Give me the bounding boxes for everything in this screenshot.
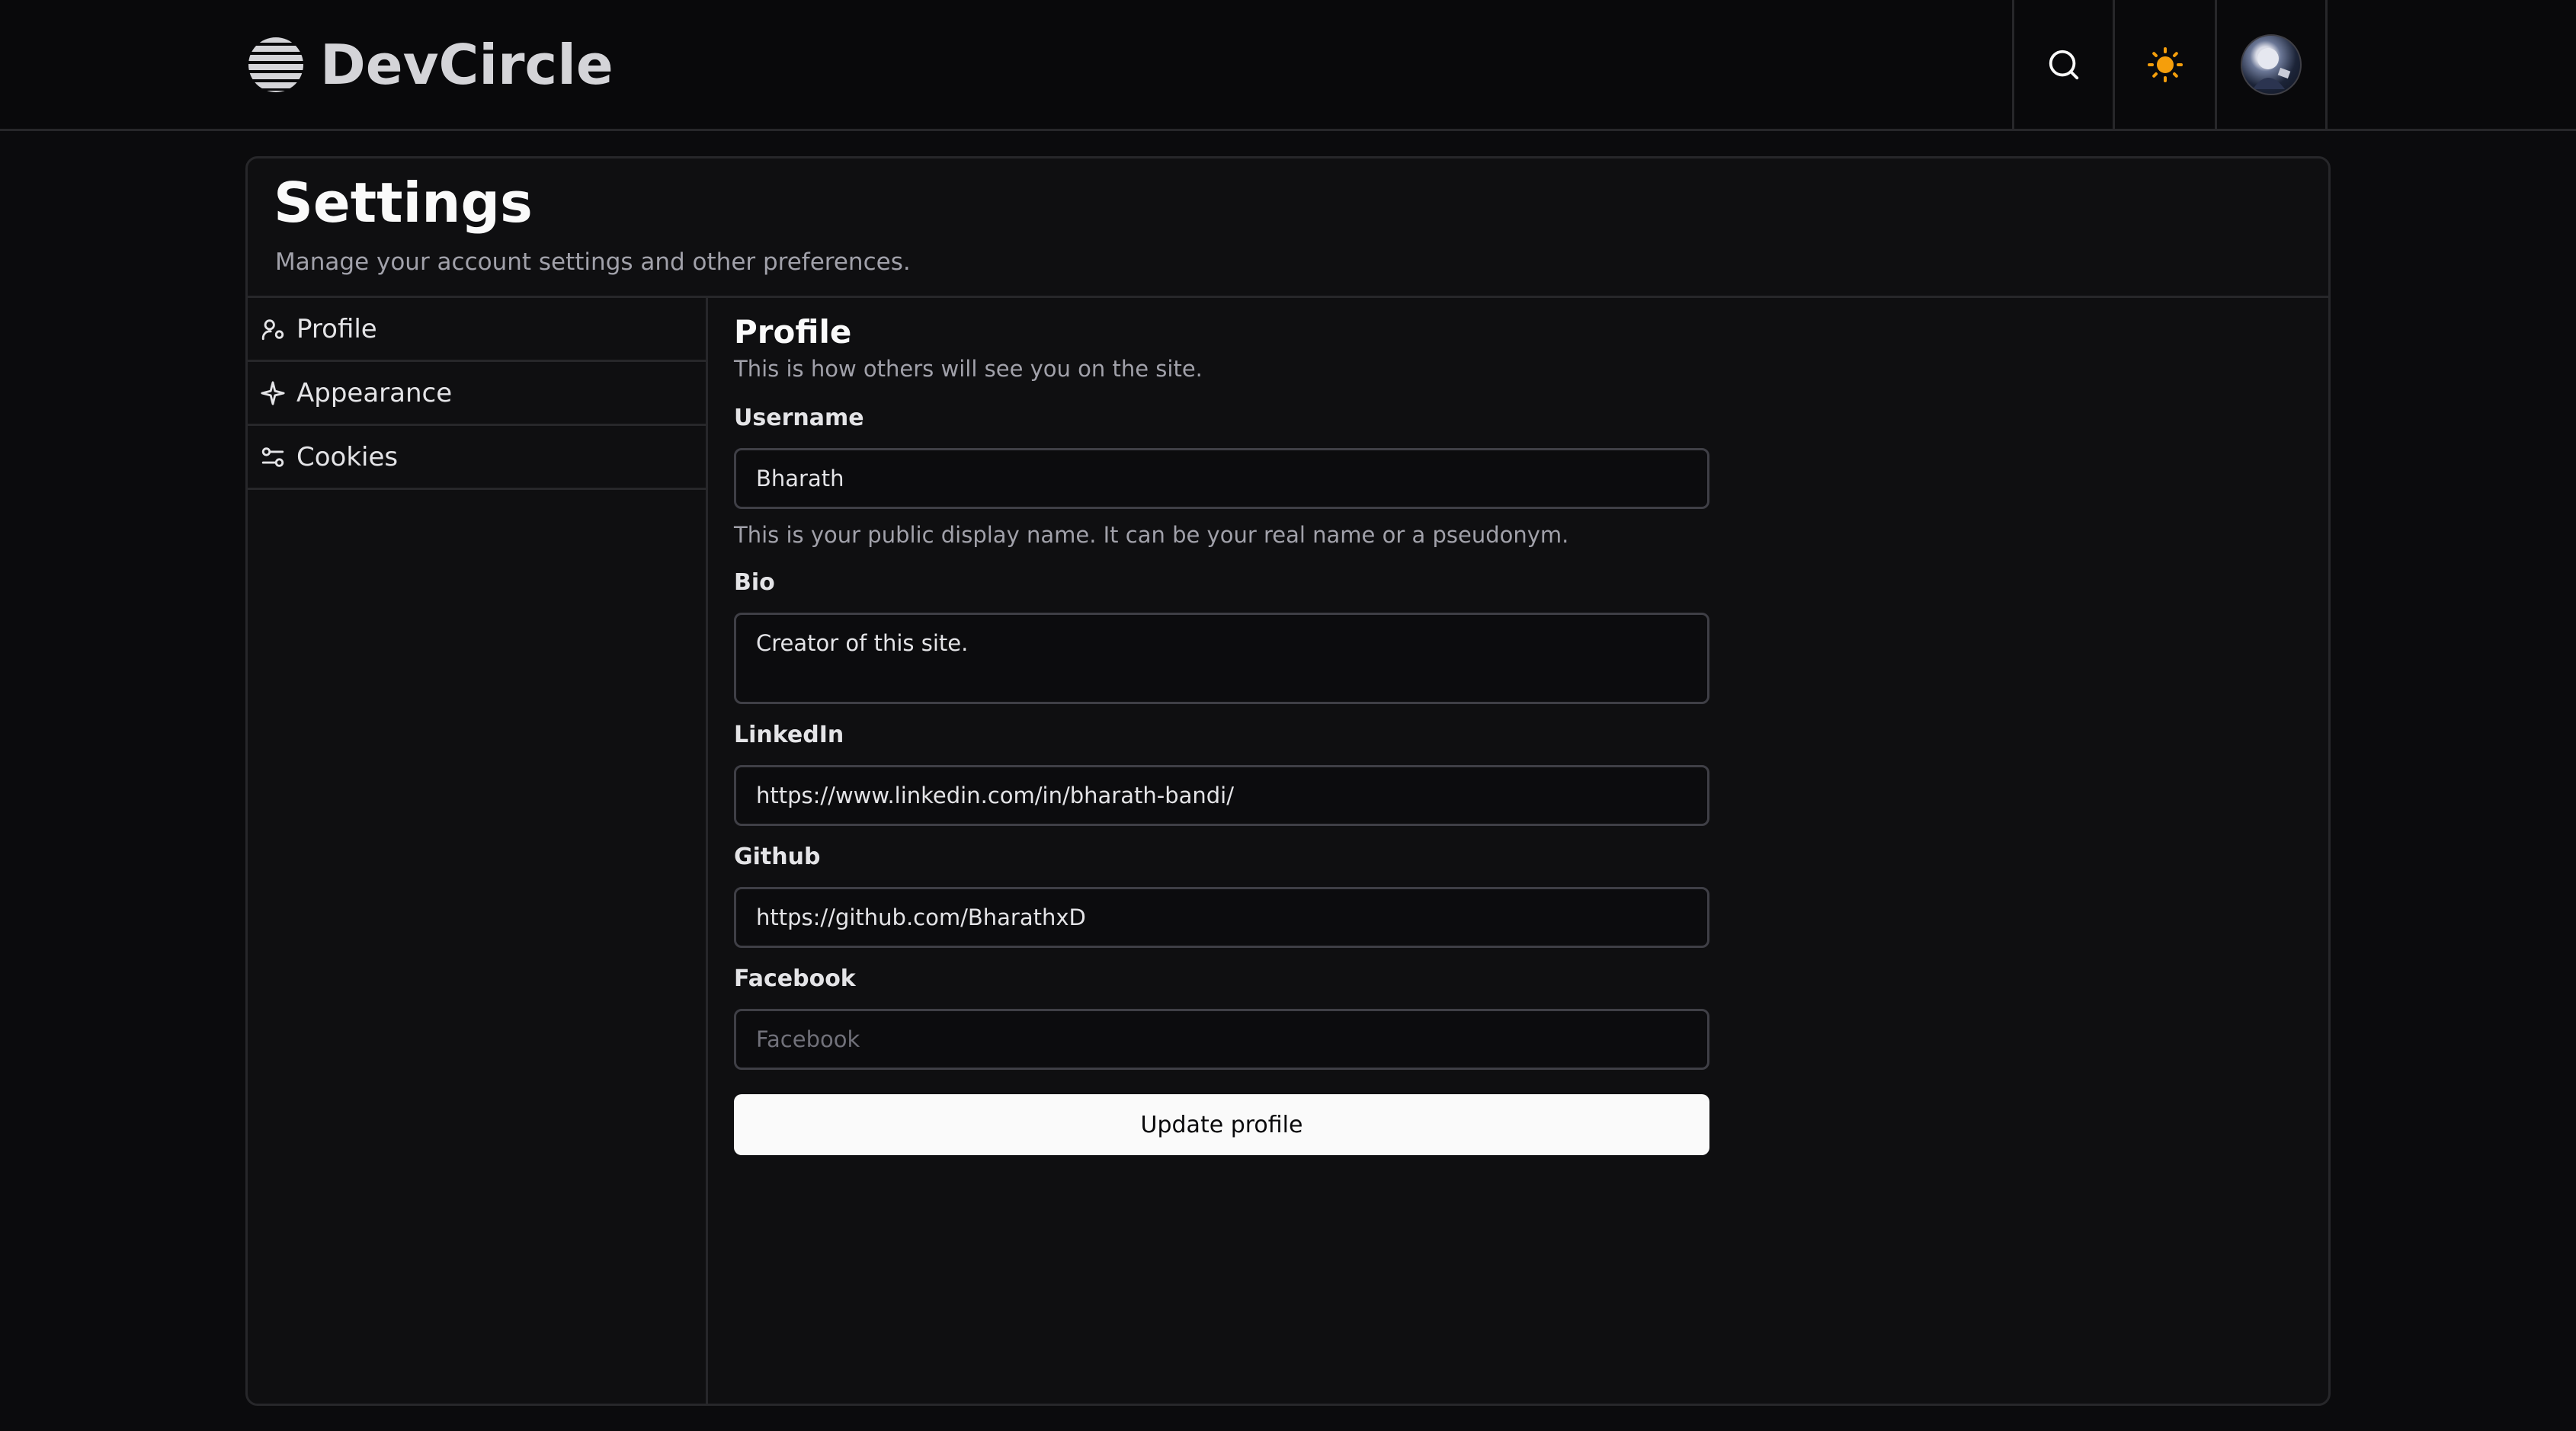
user-menu-button[interactable]	[2215, 0, 2328, 129]
logo-icon	[248, 37, 303, 92]
user-icon	[261, 319, 284, 340]
username-label: Username	[734, 405, 864, 431]
sidebar-item-label: Profile	[296, 313, 377, 344]
sliders-icon	[261, 447, 284, 467]
username-hint: This is your public display name. It can…	[734, 522, 1569, 548]
sidebar-item-cookies[interactable]: Cookies	[248, 426, 706, 490]
github-label: Github	[734, 844, 821, 870]
sidebar-item-label: Cookies	[296, 441, 399, 472]
settings-header: Settings Manage your account settings an…	[248, 158, 2328, 298]
update-profile-button[interactable]: Update profile	[734, 1094, 1709, 1155]
top-header: DevCircle	[0, 0, 2576, 131]
search-icon	[2049, 50, 2078, 79]
section-description: This is how others will see you on the s…	[734, 356, 1203, 382]
facebook-label: Facebook	[734, 965, 856, 992]
brand-link[interactable]: DevCircle	[247, 30, 614, 99]
linkedin-input[interactable]	[734, 765, 1709, 826]
sidebar-item-appearance[interactable]: Appearance	[248, 362, 706, 426]
linkedin-label: LinkedIn	[734, 722, 844, 748]
sparkle-icon	[261, 380, 285, 405]
sidebar-item-profile[interactable]: Profile	[248, 298, 706, 362]
sidebar-item-label: Appearance	[296, 377, 453, 408]
section-title: Profile	[734, 313, 852, 351]
github-input[interactable]	[734, 887, 1709, 948]
page-title: Settings	[274, 171, 533, 235]
page-description: Manage your account settings and other p…	[275, 248, 911, 276]
bio-textarea[interactable]: Creator of this site.	[734, 613, 1709, 704]
settings-card: Settings Manage your account settings an…	[245, 156, 2331, 1406]
search-button[interactable]	[2012, 0, 2113, 129]
avatar	[2241, 34, 2302, 95]
bio-label: Bio	[734, 569, 775, 596]
theme-toggle-button[interactable]	[2113, 0, 2215, 129]
username-input[interactable]	[734, 448, 1709, 509]
facebook-input[interactable]	[734, 1009, 1709, 1070]
sun-icon	[2147, 46, 2183, 82]
settings-sidebar: Profile Appearance Cookies	[248, 298, 708, 1406]
brand-name: DevCircle	[320, 33, 614, 97]
